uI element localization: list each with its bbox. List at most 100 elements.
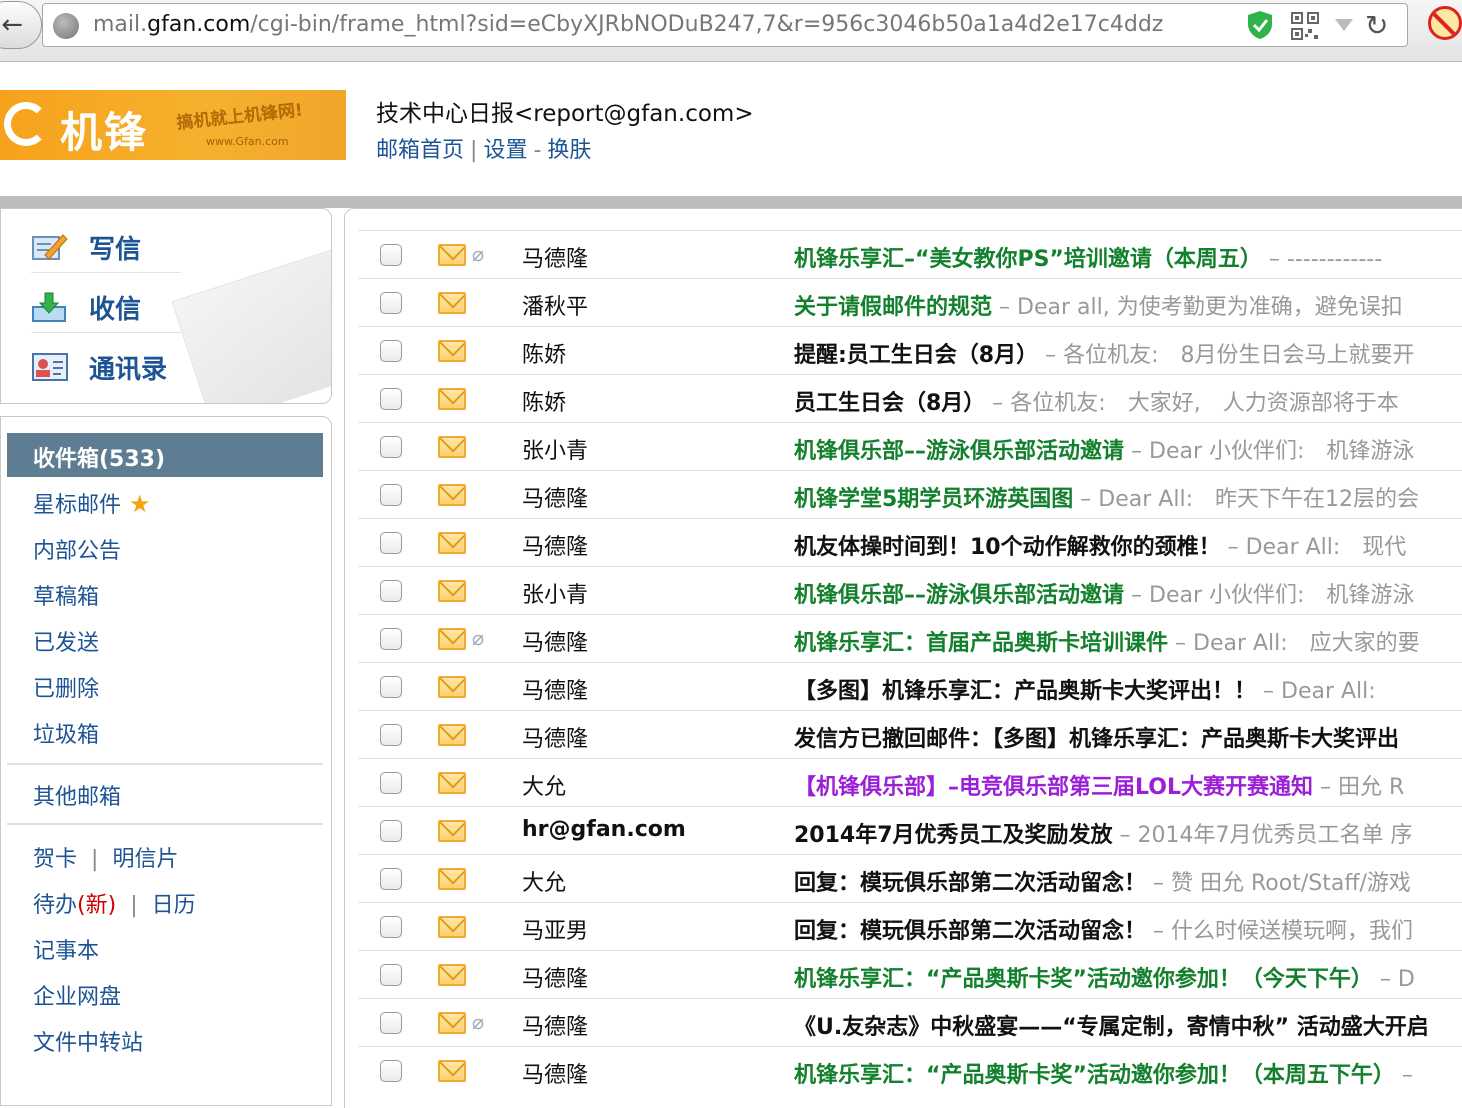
select-checkbox[interactable] xyxy=(380,532,402,554)
contacts-button[interactable]: 通讯录 xyxy=(31,341,181,393)
postcard-link[interactable]: 明信片 xyxy=(112,847,178,872)
mail-subject-line[interactable]: 《U.友杂志》中秋盛宴——“专属定制，寄情中秋” 活动盛大开启 xyxy=(794,1009,1462,1041)
folder-inbox[interactable]: 收件箱(533) xyxy=(7,433,323,477)
mail-subject-line[interactable]: 回复：模玩俱乐部第二次活动留念！ – 赞 田允 Root/Staff/游戏 xyxy=(794,865,1462,897)
select-checkbox[interactable] xyxy=(380,772,402,794)
mail-subject-line[interactable]: 发信方已撤回邮件：【多图】机锋乐享汇：产品奥斯卡大奖评出 xyxy=(794,721,1462,753)
notes-link[interactable]: 记事本 xyxy=(33,933,99,965)
enterprise-disk-link[interactable]: 企业网盘 xyxy=(33,979,121,1011)
select-checkbox[interactable] xyxy=(380,964,402,986)
mail-subject-line[interactable]: 机锋乐享汇：“产品奥斯卡奖”活动邀你参加！（本周五下午） – xyxy=(794,1057,1462,1089)
mail-sender[interactable]: 张小青 xyxy=(522,577,588,609)
receive-button[interactable]: 收信 xyxy=(31,281,181,333)
folder-internal[interactable]: 内部公告 xyxy=(33,533,121,565)
select-checkbox[interactable] xyxy=(380,580,402,602)
select-checkbox[interactable] xyxy=(380,436,402,458)
folder-sent[interactable]: 已发送 xyxy=(33,625,99,657)
mail-row[interactable]: 马德隆 机友体操时间到！10个动作解救你的颈椎！ – Dear All: 现代 xyxy=(358,518,1462,566)
mail-sender[interactable]: 大允 xyxy=(522,865,566,897)
settings-link[interactable]: 设置 xyxy=(483,138,527,163)
mail-row[interactable]: 马德隆 机锋乐享汇：“产品奥斯卡奖”活动邀你参加！（本周五下午） – xyxy=(358,1046,1462,1094)
mail-row[interactable]: 张小青 机锋俱乐部––游泳俱乐部活动邀请 – Dear 小伙伴们: 机锋游泳 xyxy=(358,422,1462,470)
calendar-link[interactable]: 日历 xyxy=(152,893,196,918)
shield-icon[interactable] xyxy=(1247,10,1273,40)
mail-row[interactable]: 陈娇 员工生日会（8月） – 各位机友: 大家好, 人力资源部将于本 xyxy=(358,374,1462,422)
folder-drafts[interactable]: 草稿箱 xyxy=(33,579,99,611)
greeting-card-link[interactable]: 贺卡 xyxy=(33,847,77,872)
select-checkbox[interactable] xyxy=(380,1012,402,1034)
mail-sender[interactable]: 马德隆 xyxy=(522,721,588,753)
select-checkbox[interactable] xyxy=(380,676,402,698)
mail-subject-line[interactable]: 回复：模玩俱乐部第二次活动留念！ – 什么时候送模玩啊，我们 xyxy=(794,913,1462,945)
mail-sender[interactable]: 马德隆 xyxy=(522,673,588,705)
mail-subject-line[interactable]: 机锋俱乐部––游泳俱乐部活动邀请 – Dear 小伙伴们: 机锋游泳 xyxy=(794,433,1462,465)
mail-sender[interactable]: 潘秋平 xyxy=(522,289,588,321)
mail-sender[interactable]: 马德隆 xyxy=(522,241,588,273)
mail-subject-line[interactable]: 【机锋俱乐部】–电竞俱乐部第三届LOL大赛开赛通知 – 田允 R xyxy=(794,769,1462,801)
mail-subject-line[interactable]: 关于请假邮件的规范 – Dear all, 为使考勤更为准确，避免误扣 xyxy=(794,289,1462,321)
mail-row[interactable]: 张小青 机锋俱乐部––游泳俱乐部活动邀请 – Dear 小伙伴们: 机锋游泳 xyxy=(358,566,1462,614)
mail-subject-line[interactable]: 机锋乐享汇–“美女教你PS”培训邀请（本周五） – ------------ xyxy=(794,241,1462,273)
todo-link[interactable]: 待办(新) xyxy=(33,893,116,918)
folder-deleted[interactable]: 已删除 xyxy=(33,671,99,703)
gfan-logo[interactable]: 机锋 搞机就上机锋网! www.Gfan.com xyxy=(0,90,346,160)
mail-subject-line[interactable]: 机友体操时间到！10个动作解救你的颈椎！ – Dear All: 现代 xyxy=(794,529,1462,561)
mail-sender[interactable]: 马德隆 xyxy=(522,625,588,657)
select-checkbox[interactable] xyxy=(380,1060,402,1082)
select-checkbox[interactable] xyxy=(380,292,402,314)
mail-sender[interactable]: 马亚男 xyxy=(522,913,588,945)
skin-link[interactable]: 换肤 xyxy=(547,138,591,163)
mail-sender[interactable]: 马德隆 xyxy=(522,1057,588,1089)
chevron-down-icon[interactable] xyxy=(1335,19,1353,31)
file-transfer-link[interactable]: 文件中转站 xyxy=(33,1025,143,1057)
select-checkbox[interactable] xyxy=(380,484,402,506)
mail-sender[interactable]: 马德隆 xyxy=(522,481,588,513)
select-checkbox[interactable] xyxy=(380,340,402,362)
compose-button[interactable]: 写信 xyxy=(31,221,181,273)
mail-row[interactable]: 潘秋平 关于请假邮件的规范 – Dear all, 为使考勤更为准确，避免误扣 xyxy=(358,278,1462,326)
mail-subject-line[interactable]: 提醒:员工生日会（8月） – 各位机友: 8月份生日会马上就要开 xyxy=(794,337,1462,369)
mail-row[interactable]: 大允 【机锋俱乐部】–电竞俱乐部第三届LOL大赛开赛通知 – 田允 R xyxy=(358,758,1462,806)
mailbox-home-link[interactable]: 邮箱首页 xyxy=(376,138,464,163)
select-checkbox[interactable] xyxy=(380,724,402,746)
mail-row[interactable]: 马亚男 回复：模玩俱乐部第二次活动留念！ – 什么时候送模玩啊，我们 xyxy=(358,902,1462,950)
url-text[interactable]: mail.gfan.com/cgi-bin/frame_html?sid=eCb… xyxy=(93,12,1223,37)
folder-other-mailboxes[interactable]: 其他邮箱 xyxy=(33,779,121,811)
mail-row[interactable]: ⌀ 马德隆 机锋乐享汇–“美女教你PS”培训邀请（本周五） – ----------… xyxy=(358,230,1462,278)
mail-sender[interactable]: 张小青 xyxy=(522,433,588,465)
select-checkbox[interactable] xyxy=(380,868,402,890)
mail-row[interactable]: 马德隆 机锋学堂5期学员环游英国图 – Dear All: 昨天下午在12层的会 xyxy=(358,470,1462,518)
reload-icon[interactable]: ↻ xyxy=(1365,9,1388,42)
mail-row[interactable]: hr@gfan.com 2014年7月优秀员工及奖励发放 – 2014年7月优秀员… xyxy=(358,806,1462,854)
mail-sender[interactable]: 马德隆 xyxy=(522,529,588,561)
mail-subject-line[interactable]: 2014年7月优秀员工及奖励发放 – 2014年7月优秀员工名单 序 xyxy=(794,817,1462,849)
mail-sender[interactable]: 大允 xyxy=(522,769,566,801)
select-checkbox[interactable] xyxy=(380,388,402,410)
mail-subject-line[interactable]: 机锋学堂5期学员环游英国图 – Dear All: 昨天下午在12层的会 xyxy=(794,481,1462,513)
mail-subject-line[interactable]: 员工生日会（8月） – 各位机友: 大家好, 人力资源部将于本 xyxy=(794,385,1462,417)
qr-code-icon[interactable] xyxy=(1291,12,1319,40)
mail-subject-line[interactable]: 机锋乐享汇：“产品奥斯卡奖”活动邀你参加！（今天下午） – D xyxy=(794,961,1462,993)
select-checkbox[interactable] xyxy=(380,916,402,938)
select-checkbox[interactable] xyxy=(380,820,402,842)
select-checkbox[interactable] xyxy=(380,244,402,266)
address-bar[interactable]: mail.gfan.com/cgi-bin/frame_html?sid=eCb… xyxy=(42,3,1408,47)
mail-sender[interactable]: 马德隆 xyxy=(522,1009,588,1041)
mail-row[interactable]: 马德隆 机锋乐享汇：“产品奥斯卡奖”活动邀你参加！（今天下午） – D xyxy=(358,950,1462,998)
mail-subject-line[interactable]: 【多图】机锋乐享汇：产品奥斯卡大奖评出！！ – Dear All: xyxy=(794,673,1462,705)
mail-row[interactable]: 陈娇 提醒:员工生日会（8月） – 各位机友: 8月份生日会马上就要开 xyxy=(358,326,1462,374)
folder-spam[interactable]: 垃圾箱 xyxy=(33,717,99,749)
mail-sender[interactable]: 陈娇 xyxy=(522,337,566,369)
mail-row[interactable]: 大允 回复：模玩俱乐部第二次活动留念！ – 赞 田允 Root/Staff/游戏 xyxy=(358,854,1462,902)
folder-starred[interactable]: 星标邮件 ★ xyxy=(33,487,151,519)
mail-row[interactable]: ⌀ 马德隆 机锋乐享汇：首届产品奥斯卡培训课件 – Dear All: 应大家的要 xyxy=(358,614,1462,662)
adblock-extension-icon[interactable] xyxy=(1428,6,1462,40)
mail-row[interactable]: 马德隆 【多图】机锋乐享汇：产品奥斯卡大奖评出！！ – Dear All: xyxy=(358,662,1462,710)
mail-row[interactable]: 马德隆 发信方已撤回邮件：【多图】机锋乐享汇：产品奥斯卡大奖评出 xyxy=(358,710,1462,758)
select-checkbox[interactable] xyxy=(380,628,402,650)
mail-sender[interactable]: 陈娇 xyxy=(522,385,566,417)
mail-sender[interactable]: 马德隆 xyxy=(522,961,588,993)
mail-subject-line[interactable]: 机锋俱乐部––游泳俱乐部活动邀请 – Dear 小伙伴们: 机锋游泳 xyxy=(794,577,1462,609)
mail-subject-line[interactable]: 机锋乐享汇：首届产品奥斯卡培训课件 – Dear All: 应大家的要 xyxy=(794,625,1462,657)
back-button[interactable]: ← xyxy=(0,1,42,49)
